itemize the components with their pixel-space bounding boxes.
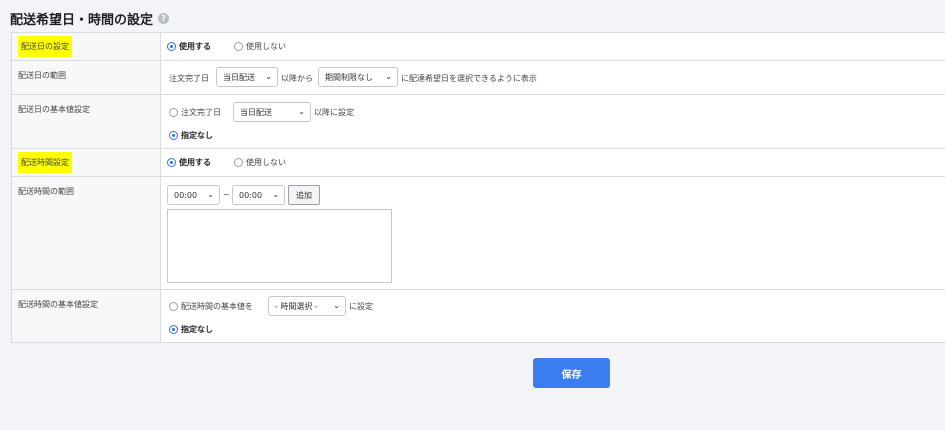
select-value: 当日配送 xyxy=(240,107,272,117)
delivery-date-nouse-radio[interactable]: 使用しない xyxy=(234,41,286,52)
value-cell: 使用する 使用しない xyxy=(161,149,945,176)
radio-unselected-icon xyxy=(169,302,178,311)
radio-label: 使用しない xyxy=(246,42,286,51)
radio-unselected-icon xyxy=(234,42,243,51)
help-icon[interactable]: ? xyxy=(158,13,170,24)
radio-label: 指定なし xyxy=(181,131,213,140)
start-day-select[interactable]: 当日配送 ⌄ xyxy=(216,67,278,87)
chevron-down-icon: ⌄ xyxy=(298,107,305,116)
label-cell: 配送時間の基本値設定 xyxy=(12,290,161,342)
date-default-suffix: 以降に設定 xyxy=(314,108,354,117)
value-cell: 使用する 使用しない xyxy=(161,33,945,60)
time-default-option1-radio[interactable]: 配送時間の基本値を xyxy=(169,301,253,312)
value-cell: 配送時間の基本値を - 時間選択 - ⌄ に設定 指定なし xyxy=(161,290,945,342)
time-range-list[interactable] xyxy=(167,209,392,283)
radio-label: 注文完了日 xyxy=(181,108,221,117)
time-default-suffix: に設定 xyxy=(349,302,373,311)
label-cell: 配送日の基本値設定 xyxy=(12,95,161,148)
value-cell: 00:00 ⌄ ~ 00:00 ⌄ 追加 xyxy=(161,177,945,289)
time-to-select[interactable]: 00:00 ⌄ xyxy=(232,185,285,205)
save-button[interactable]: 保存 xyxy=(533,358,610,388)
time-default-select[interactable]: - 時間選択 - ⌄ xyxy=(268,296,346,316)
radio-label: 配送時間の基本値を xyxy=(181,302,253,311)
radio-selected-icon xyxy=(169,131,178,140)
time-range-tilde: ~ xyxy=(223,190,230,199)
delivery-time-range-label: 配送時間の範囲 xyxy=(18,187,74,196)
page-title: 配送希望日・時間の設定 ? xyxy=(10,9,170,28)
select-value: 当日配送 xyxy=(223,72,255,82)
date-default-option1-radio[interactable]: 注文完了日 xyxy=(169,107,221,118)
delivery-date-setting-label: 配送日の設定 xyxy=(18,36,72,57)
delivery-date-range-label: 配送日の範囲 xyxy=(18,71,66,80)
time-from-select[interactable]: 00:00 ⌄ xyxy=(167,185,220,205)
row-delivery-date-range: 配送日の範囲 注文完了日 当日配送 ⌄ 以降から 期間制限なし ⌄ に配達希望日… xyxy=(12,61,945,95)
row-delivery-time-range: 配送時間の範囲 00:00 ⌄ ~ 00:00 ⌄ 追加 xyxy=(12,177,945,290)
add-time-button[interactable]: 追加 xyxy=(288,185,320,205)
delivery-date-default-label: 配送日の基本値設定 xyxy=(18,105,90,114)
settings-table: 配送日の設定 使用する 使用しない 配送日の範囲 注文完了日 当日配送 ⌄ 以降… xyxy=(11,32,945,343)
radio-unselected-icon xyxy=(234,158,243,167)
radio-selected-icon xyxy=(169,325,178,334)
radio-label: 使用しない xyxy=(246,158,286,167)
radio-selected-icon xyxy=(167,42,176,51)
label-cell: 配送時間の範囲 xyxy=(12,177,161,289)
row-delivery-date-default: 配送日の基本値設定 注文完了日 当日配送 ⌄ 以降に設定 指定なし xyxy=(12,95,945,149)
label-cell: 配送時間設定 xyxy=(12,149,161,176)
time-default-none-radio[interactable]: 指定なし xyxy=(169,324,213,335)
end-day-select[interactable]: 期間制限なし ⌄ xyxy=(318,67,398,87)
date-default-none-radio[interactable]: 指定なし xyxy=(169,130,213,141)
delivery-time-setting-label: 配送時間設定 xyxy=(18,152,72,173)
radio-label: 指定なし xyxy=(181,325,213,334)
delivery-time-default-label: 配送時間の基本値設定 xyxy=(18,300,98,309)
page-title-text: 配送希望日・時間の設定 xyxy=(10,13,154,28)
radio-selected-icon xyxy=(167,158,176,167)
chevron-down-icon: ⌄ xyxy=(265,72,272,81)
date-range-suffix: に配達希望日を選択できるように表示 xyxy=(401,74,537,83)
row-delivery-time-default: 配送時間の基本値設定 配送時間の基本値を - 時間選択 - ⌄ に設定 指定なし xyxy=(12,290,945,343)
select-value: - 時間選択 - xyxy=(275,301,318,311)
label-cell: 配送日の範囲 xyxy=(12,61,161,94)
radio-unselected-icon xyxy=(169,108,178,117)
date-range-middle: 以降から xyxy=(281,74,313,83)
chevron-down-icon: ⌄ xyxy=(207,190,214,199)
radio-label: 使用する xyxy=(179,158,211,167)
label-cell: 配送日の設定 xyxy=(12,33,161,60)
select-value: 00:00 xyxy=(239,190,263,200)
date-range-prefix: 注文完了日 xyxy=(169,74,209,83)
select-value: 期間制限なし xyxy=(325,72,373,82)
delivery-date-use-radio[interactable]: 使用する xyxy=(167,41,211,52)
chevron-down-icon: ⌄ xyxy=(333,301,340,310)
row-delivery-time-setting: 配送時間設定 使用する 使用しない xyxy=(12,149,945,177)
select-value: 00:00 xyxy=(174,190,198,200)
delivery-time-nouse-radio[interactable]: 使用しない xyxy=(234,157,286,168)
value-cell: 注文完了日 当日配送 ⌄ 以降に設定 指定なし xyxy=(161,95,945,148)
row-delivery-date-setting: 配送日の設定 使用する 使用しない xyxy=(12,33,945,61)
delivery-time-use-radio[interactable]: 使用する xyxy=(167,157,211,168)
date-default-select[interactable]: 当日配送 ⌄ xyxy=(233,102,311,122)
chevron-down-icon: ⌄ xyxy=(385,72,392,81)
radio-label: 使用する xyxy=(179,42,211,51)
value-cell: 注文完了日 当日配送 ⌄ 以降から 期間制限なし ⌄ に配達希望日を選択できるよ… xyxy=(161,61,945,94)
chevron-down-icon: ⌄ xyxy=(272,190,279,199)
